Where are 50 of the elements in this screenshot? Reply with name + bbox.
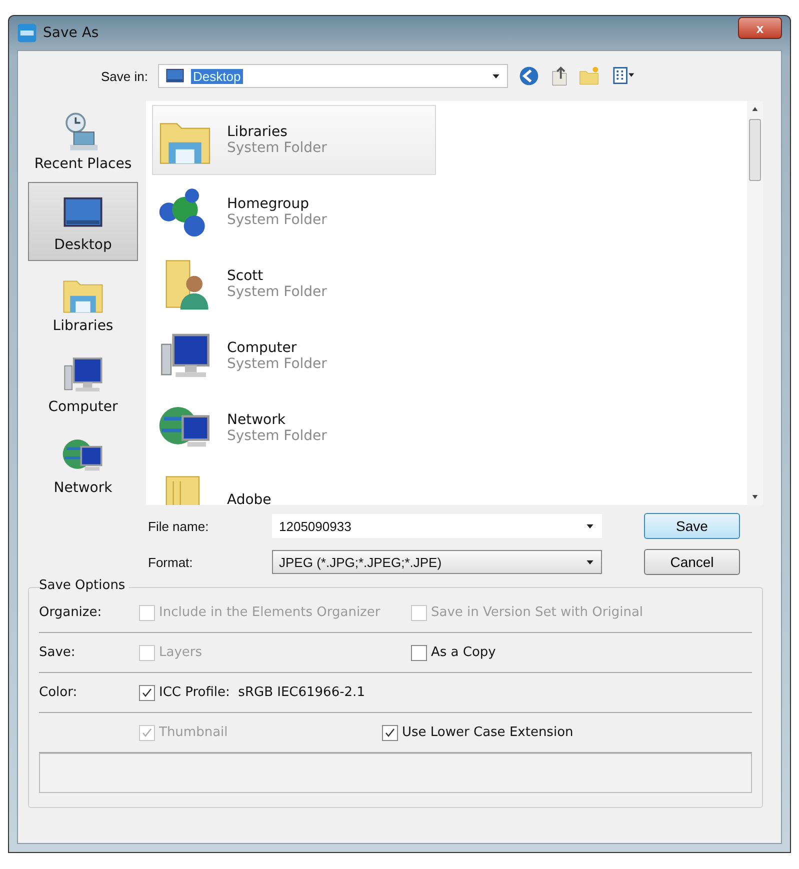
- sidebar-item[interactable]: Desktop: [28, 182, 138, 262]
- file-item[interactable]: Computer System Folder: [152, 321, 436, 391]
- checkmark-icon: [384, 726, 396, 738]
- file-name-label: File name:: [148, 518, 210, 534]
- file-item[interactable]: Adobe: [152, 465, 436, 505]
- scroll-down-icon: [751, 493, 759, 501]
- checkmark-icon: [141, 726, 153, 738]
- scroll-thumb[interactable]: [749, 119, 761, 181]
- file-name: Adobe: [227, 492, 272, 505]
- save-button[interactable]: Save: [644, 513, 740, 539]
- close-button[interactable]: x: [738, 17, 782, 39]
- scrollbar[interactable]: [747, 101, 763, 505]
- sidebar-item[interactable]: Computer: [28, 344, 138, 424]
- cancel-button[interactable]: Cancel: [644, 549, 740, 575]
- save-in-label: Save in:: [100, 68, 148, 84]
- file-name: Computer: [227, 340, 298, 356]
- option-label: Color:: [39, 685, 78, 700]
- option-label: Organize:: [39, 605, 103, 620]
- file-item[interactable]: Network System Folder: [152, 393, 436, 463]
- back-icon: [518, 65, 540, 87]
- scroll-up-icon: [751, 105, 759, 113]
- format-label: Format:: [148, 554, 194, 570]
- checkmark-icon: [141, 686, 153, 698]
- sidebar-item[interactable]: Network: [28, 426, 138, 506]
- file-name: Homegroup: [227, 196, 310, 212]
- dropdown-value: Desktop: [191, 68, 243, 84]
- sidebar-item[interactable]: Recent Places: [28, 101, 138, 180]
- file-item[interactable]: Libraries System Folder: [152, 105, 436, 175]
- window-title: Save As: [43, 25, 99, 41]
- save-in-dropdown[interactable]: Desktop: [158, 64, 508, 88]
- checkbox[interactable]: Use Lower Case Extension: [382, 724, 574, 740]
- file-type: System Folder: [227, 428, 327, 444]
- group-title: Save Options: [39, 578, 130, 593]
- file-item[interactable]: Homegroup System Folder: [152, 177, 436, 247]
- file-name-field[interactable]: 1205090933: [272, 514, 602, 538]
- file-type: System Folder: [227, 356, 327, 372]
- format-dropdown[interactable]: JPEG (*.JPG;*.JPEG;*.JPE): [272, 550, 602, 574]
- checkbox[interactable]: As a Copy: [411, 644, 496, 660]
- file-type: System Folder: [227, 212, 327, 228]
- file-item[interactable]: Scott System Folder: [152, 249, 436, 319]
- file-name: Network: [227, 412, 286, 428]
- sidebar-item[interactable]: Libraries: [28, 263, 138, 343]
- file-type: System Folder: [227, 140, 327, 156]
- file-name: Libraries: [227, 124, 288, 140]
- checkbox[interactable]: ICC Profile: sRGB IEC61966-2.1: [139, 684, 365, 700]
- app-icon: [17, 23, 37, 43]
- option-label: Save:: [39, 645, 76, 660]
- file-type: System Folder: [227, 284, 327, 300]
- file-name: Scott: [227, 268, 264, 284]
- new-folder-icon: [578, 65, 600, 87]
